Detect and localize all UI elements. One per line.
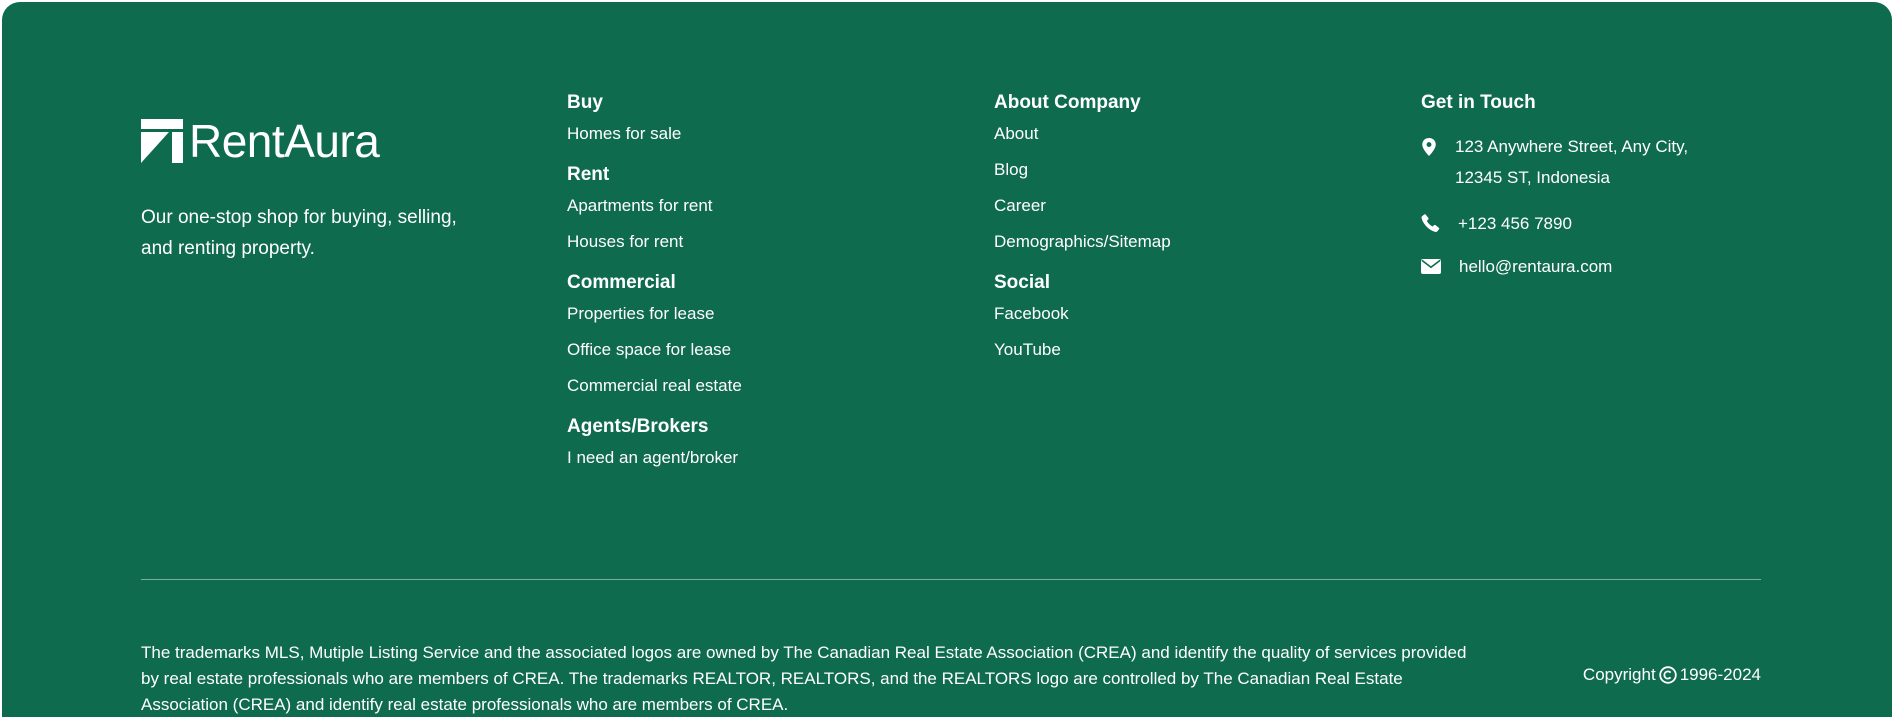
group-rent: Rent Apartments for rent Houses for rent <box>567 162 742 252</box>
link-about[interactable]: About <box>994 124 1171 144</box>
copyright-icon <box>1658 666 1677 684</box>
group-buy: Buy Homes for sale <box>567 90 742 144</box>
link-youtube[interactable]: YouTube <box>994 340 1171 360</box>
link-facebook[interactable]: Facebook <box>994 304 1171 324</box>
map-pin-icon <box>1422 138 1436 156</box>
group-heading: Commercial <box>567 272 676 293</box>
footer-column-company: About Company About Blog Career Demograp… <box>994 90 1171 378</box>
brand-tagline: Our one-stop shop for buying, selling, a… <box>141 207 457 259</box>
brand-name: RentAura <box>189 115 380 167</box>
link-houses-for-rent[interactable]: Houses for rent <box>567 232 742 252</box>
address-text: 123 Anywhere Street, Any City, 12345 ST,… <box>1455 137 1689 187</box>
link-homes-for-sale[interactable]: Homes for sale <box>567 124 742 144</box>
legal-disclaimer: The trademarks MLS, Mutiple Listing Serv… <box>141 643 1467 714</box>
link-blog[interactable]: Blog <box>994 160 1171 180</box>
link-properties-for-lease[interactable]: Properties for lease <box>567 304 742 324</box>
contact-address: 123 Anywhere Street, Any City, 12345 ST,… <box>1421 134 1695 193</box>
group-heading: Rent <box>567 164 610 185</box>
footer-divider <box>141 579 1761 580</box>
link-apartments-for-rent[interactable]: Apartments for rent <box>567 196 742 216</box>
site-footer: RentAura Our one-stop shop for buying, s… <box>2 2 1892 717</box>
brand-block: RentAura Our one-stop shop for buying, s… <box>141 118 471 264</box>
group-heading: Buy <box>567 92 603 113</box>
phone-text: +123 456 7890 <box>1458 214 1572 233</box>
brand-logo[interactable]: RentAura <box>141 118 471 164</box>
contact-email[interactable]: hello@rentaura.com <box>1421 251 1695 282</box>
footer-column-contact: Get in Touch 123 Anywhere Street, Any Ci… <box>1421 90 1695 282</box>
group-agents-brokers: Agents/Brokers I need an agent/broker <box>567 414 742 468</box>
group-about-company: About Company About Blog Career Demograp… <box>994 90 1171 252</box>
link-demographics-sitemap[interactable]: Demographics/Sitemap <box>994 232 1171 252</box>
email-text: hello@rentaura.com <box>1459 257 1613 276</box>
contact-heading: Get in Touch <box>1421 92 1536 113</box>
contact-phone[interactable]: +123 456 7890 <box>1421 208 1695 239</box>
group-heading: Social <box>994 272 1050 293</box>
group-heading: Agents/Brokers <box>567 416 709 437</box>
phone-icon <box>1421 214 1440 232</box>
group-commercial: Commercial Properties for lease Office s… <box>567 270 742 396</box>
link-commercial-real-estate[interactable]: Commercial real estate <box>567 376 742 396</box>
link-need-agent-broker[interactable]: I need an agent/broker <box>567 448 742 468</box>
footer-column-properties: Buy Homes for sale Rent Apartments for r… <box>567 90 742 486</box>
group-heading: About Company <box>994 92 1141 113</box>
envelope-icon <box>1421 259 1441 274</box>
copyright-notice: Copyright 1996-2024 <box>1583 662 1761 688</box>
link-career[interactable]: Career <box>994 196 1171 216</box>
rentaura-logo-icon <box>141 119 183 163</box>
copyright-years: 1996-2024 <box>1679 665 1761 684</box>
link-office-space-for-lease[interactable]: Office space for lease <box>567 340 742 360</box>
group-social: Social Facebook YouTube <box>994 270 1171 360</box>
copyright-prefix: Copyright <box>1582 665 1656 684</box>
